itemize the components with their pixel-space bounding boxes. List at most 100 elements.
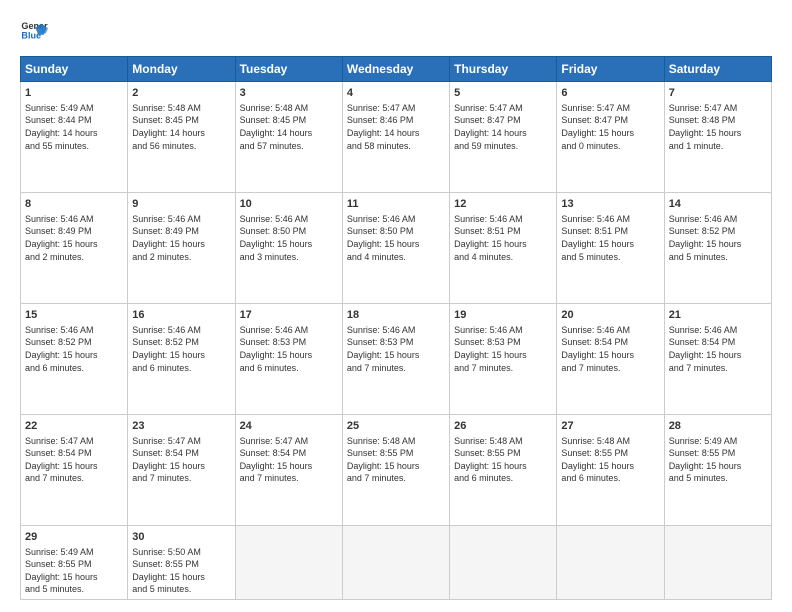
header: General Blue <box>20 18 772 46</box>
day-cell: 10Sunrise: 5:46 AM Sunset: 8:50 PM Dayli… <box>235 192 342 303</box>
day-cell: 11Sunrise: 5:46 AM Sunset: 8:50 PM Dayli… <box>342 192 449 303</box>
day-info: Sunrise: 5:46 AM Sunset: 8:53 PM Dayligh… <box>347 324 445 374</box>
day-number: 1 <box>25 86 123 101</box>
day-cell: 22Sunrise: 5:47 AM Sunset: 8:54 PM Dayli… <box>21 414 128 525</box>
day-info: Sunrise: 5:47 AM Sunset: 8:54 PM Dayligh… <box>240 435 338 485</box>
day-cell: 19Sunrise: 5:46 AM Sunset: 8:53 PM Dayli… <box>450 303 557 414</box>
day-number: 16 <box>132 308 230 323</box>
day-cell: 9Sunrise: 5:46 AM Sunset: 8:49 PM Daylig… <box>128 192 235 303</box>
day-number: 30 <box>132 530 230 545</box>
day-info: Sunrise: 5:47 AM Sunset: 8:47 PM Dayligh… <box>454 102 552 152</box>
day-number: 3 <box>240 86 338 101</box>
day-info: Sunrise: 5:46 AM Sunset: 8:50 PM Dayligh… <box>347 213 445 263</box>
col-header-monday: Monday <box>128 57 235 82</box>
day-cell: 12Sunrise: 5:46 AM Sunset: 8:51 PM Dayli… <box>450 192 557 303</box>
col-header-thursday: Thursday <box>450 57 557 82</box>
day-cell: 16Sunrise: 5:46 AM Sunset: 8:52 PM Dayli… <box>128 303 235 414</box>
day-number: 6 <box>561 86 659 101</box>
day-info: Sunrise: 5:46 AM Sunset: 8:52 PM Dayligh… <box>132 324 230 374</box>
day-number: 8 <box>25 197 123 212</box>
week-row-2: 8 Sunrise: 5:46 AM Sunset: 8:49 PM Daylig… <box>21 192 772 303</box>
day-info: Sunrise: 5:47 AM Sunset: 8:54 PM Dayligh… <box>25 435 123 485</box>
day-number: 20 <box>561 308 659 323</box>
day-cell: 20Sunrise: 5:46 AM Sunset: 8:54 PM Dayli… <box>557 303 664 414</box>
day-cell: 29Sunrise: 5:49 AM Sunset: 8:55 PM Dayli… <box>21 525 128 599</box>
day-cell: 26Sunrise: 5:48 AM Sunset: 8:55 PM Dayli… <box>450 414 557 525</box>
day-number: 29 <box>25 530 123 545</box>
day-number: 4 <box>347 86 445 101</box>
day-info: Sunrise: 5:46 AM Sunset: 8:51 PM Dayligh… <box>454 213 552 263</box>
day-cell: 27Sunrise: 5:48 AM Sunset: 8:55 PM Dayli… <box>557 414 664 525</box>
day-number: 19 <box>454 308 552 323</box>
col-header-saturday: Saturday <box>664 57 771 82</box>
day-info: Sunrise: 5:46 AM Sunset: 8:54 PM Dayligh… <box>561 324 659 374</box>
day-info: Sunrise: 5:46 AM Sunset: 8:54 PM Dayligh… <box>669 324 767 374</box>
logo: General Blue <box>20 18 52 46</box>
day-number: 2 <box>132 86 230 101</box>
day-number: 22 <box>25 419 123 434</box>
week-row-3: 15Sunrise: 5:46 AM Sunset: 8:52 PM Dayli… <box>21 303 772 414</box>
day-cell: 15Sunrise: 5:46 AM Sunset: 8:52 PM Dayli… <box>21 303 128 414</box>
day-info: Sunrise: 5:49 AM Sunset: 8:44 PM Dayligh… <box>25 102 123 152</box>
day-number: 23 <box>132 419 230 434</box>
col-header-sunday: Sunday <box>21 57 128 82</box>
day-info: Sunrise: 5:50 AM Sunset: 8:55 PM Dayligh… <box>132 546 230 596</box>
day-cell: 30Sunrise: 5:50 AM Sunset: 8:55 PM Dayli… <box>128 525 235 599</box>
day-cell: 7Sunrise: 5:47 AM Sunset: 8:48 PM Daylig… <box>664 82 771 193</box>
day-cell: 18Sunrise: 5:46 AM Sunset: 8:53 PM Dayli… <box>342 303 449 414</box>
col-header-wednesday: Wednesday <box>342 57 449 82</box>
day-number: 9 <box>132 197 230 212</box>
day-cell: 14Sunrise: 5:46 AM Sunset: 8:52 PM Dayli… <box>664 192 771 303</box>
day-info: Sunrise: 5:46 AM Sunset: 8:51 PM Dayligh… <box>561 213 659 263</box>
day-info: Sunrise: 5:47 AM Sunset: 8:54 PM Dayligh… <box>132 435 230 485</box>
day-info: Sunrise: 5:46 AM Sunset: 8:49 PM Dayligh… <box>132 213 230 263</box>
day-number: 27 <box>561 419 659 434</box>
header-row: SundayMondayTuesdayWednesdayThursdayFrid… <box>21 57 772 82</box>
day-number: 17 <box>240 308 338 323</box>
day-cell: 24Sunrise: 5:47 AM Sunset: 8:54 PM Dayli… <box>235 414 342 525</box>
day-info: Sunrise: 5:46 AM Sunset: 8:53 PM Dayligh… <box>454 324 552 374</box>
day-cell <box>557 525 664 599</box>
day-info: Sunrise: 5:47 AM Sunset: 8:46 PM Dayligh… <box>347 102 445 152</box>
day-info: Sunrise: 5:46 AM Sunset: 8:52 PM Dayligh… <box>669 213 767 263</box>
day-cell <box>450 525 557 599</box>
day-info: Sunrise: 5:46 AM Sunset: 8:50 PM Dayligh… <box>240 213 338 263</box>
col-header-tuesday: Tuesday <box>235 57 342 82</box>
logo-icon: General Blue <box>20 18 48 46</box>
day-number: 24 <box>240 419 338 434</box>
day-cell: 5Sunrise: 5:47 AM Sunset: 8:47 PM Daylig… <box>450 82 557 193</box>
day-number: 18 <box>347 308 445 323</box>
day-info: Sunrise: 5:47 AM Sunset: 8:47 PM Dayligh… <box>561 102 659 152</box>
day-cell: 4Sunrise: 5:47 AM Sunset: 8:46 PM Daylig… <box>342 82 449 193</box>
day-cell: 25Sunrise: 5:48 AM Sunset: 8:55 PM Dayli… <box>342 414 449 525</box>
day-number: 28 <box>669 419 767 434</box>
week-row-5: 29Sunrise: 5:49 AM Sunset: 8:55 PM Dayli… <box>21 525 772 599</box>
day-number: 21 <box>669 308 767 323</box>
day-number: 15 <box>25 308 123 323</box>
day-info: Sunrise: 5:49 AM Sunset: 8:55 PM Dayligh… <box>669 435 767 485</box>
day-number: 11 <box>347 197 445 212</box>
day-info: Sunrise: 5:47 AM Sunset: 8:48 PM Dayligh… <box>669 102 767 152</box>
day-info: Sunrise: 5:48 AM Sunset: 8:55 PM Dayligh… <box>454 435 552 485</box>
day-info: Sunrise: 5:46 AM Sunset: 8:52 PM Dayligh… <box>25 324 123 374</box>
day-number: 7 <box>669 86 767 101</box>
day-number: 5 <box>454 86 552 101</box>
day-cell: 13Sunrise: 5:46 AM Sunset: 8:51 PM Dayli… <box>557 192 664 303</box>
day-info: Sunrise: 5:48 AM Sunset: 8:45 PM Dayligh… <box>132 102 230 152</box>
day-cell: 28Sunrise: 5:49 AM Sunset: 8:55 PM Dayli… <box>664 414 771 525</box>
col-header-friday: Friday <box>557 57 664 82</box>
day-cell: 8Sunrise: 5:46 AM Sunset: 8:49 PM Daylig… <box>21 192 128 303</box>
day-number: 12 <box>454 197 552 212</box>
day-cell: 2Sunrise: 5:48 AM Sunset: 8:45 PM Daylig… <box>128 82 235 193</box>
day-cell: 23Sunrise: 5:47 AM Sunset: 8:54 PM Dayli… <box>128 414 235 525</box>
day-info: Sunrise: 5:48 AM Sunset: 8:55 PM Dayligh… <box>347 435 445 485</box>
day-cell: 3Sunrise: 5:48 AM Sunset: 8:45 PM Daylig… <box>235 82 342 193</box>
day-cell <box>235 525 342 599</box>
week-row-1: 1Sunrise: 5:49 AM Sunset: 8:44 PM Daylig… <box>21 82 772 193</box>
day-cell: 21Sunrise: 5:46 AM Sunset: 8:54 PM Dayli… <box>664 303 771 414</box>
day-info: Sunrise: 5:46 AM Sunset: 8:53 PM Dayligh… <box>240 324 338 374</box>
day-number: 14 <box>669 197 767 212</box>
day-number: 26 <box>454 419 552 434</box>
day-cell: 6Sunrise: 5:47 AM Sunset: 8:47 PM Daylig… <box>557 82 664 193</box>
day-number: 25 <box>347 419 445 434</box>
